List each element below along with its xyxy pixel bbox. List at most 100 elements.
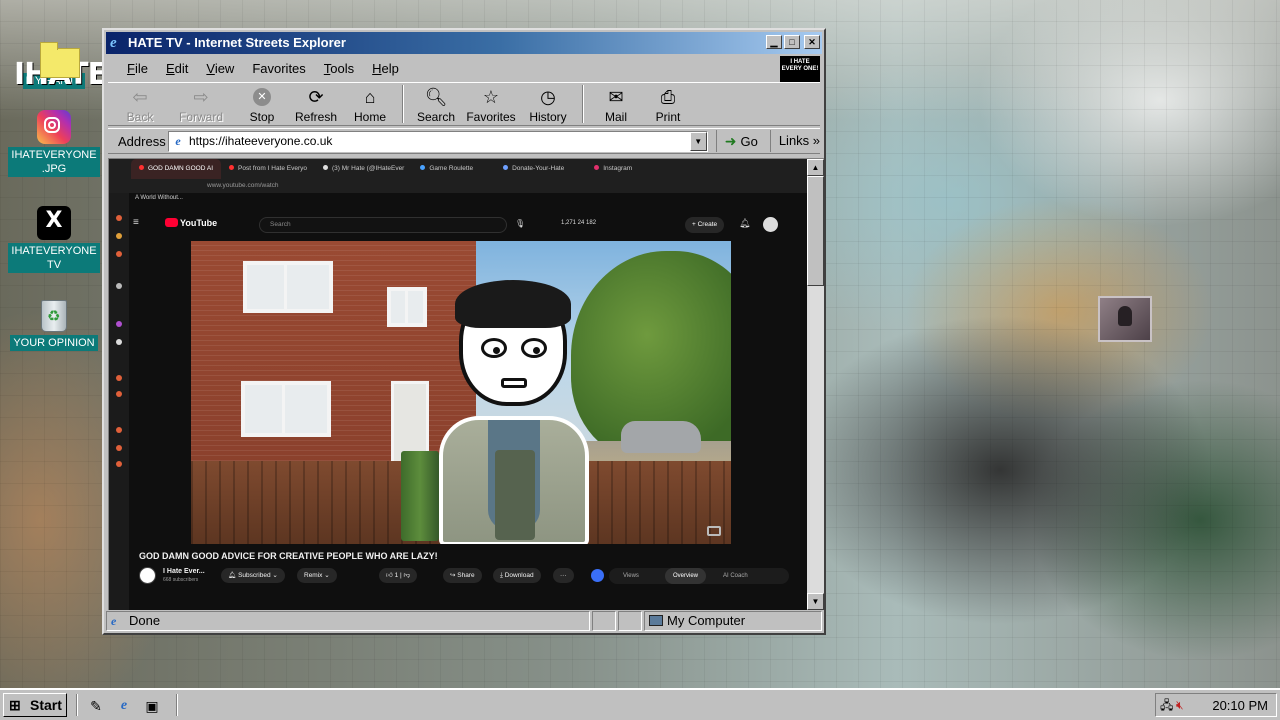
taskbar-clock[interactable]: 20:10 PM xyxy=(1212,698,1268,713)
scroll-up-button[interactable]: ▲ xyxy=(807,159,824,176)
video-player[interactable] xyxy=(191,241,731,544)
quicklaunch-notepad-icon[interactable]: ✎ xyxy=(86,696,106,716)
folder-icon: IHATE xyxy=(6,22,108,92)
embedded-tab[interactable]: (3) Mr Hate (@IHateEver xyxy=(315,159,412,179)
favorites-button[interactable]: ☆ Favorites xyxy=(462,83,520,125)
embedded-bookmark: A World Without... xyxy=(135,195,183,201)
quicklaunch-desktop-icon[interactable]: ▣ xyxy=(142,696,162,716)
tab-views[interactable]: Views xyxy=(623,568,639,584)
refresh-icon: ⟳ xyxy=(308,87,324,107)
page-viewport: GOD DAMN GOOD AI Post from I Hate Everyo… xyxy=(108,158,824,610)
address-input[interactable]: e https://ihateeveryone.co.uk ▼ xyxy=(167,130,708,152)
embedded-url: www.youtube.com/watch xyxy=(207,182,279,189)
scroll-thumb[interactable] xyxy=(807,176,824,286)
vertical-scrollbar[interactable]: ▲ ▼ xyxy=(807,159,824,610)
status-main: e Done xyxy=(106,611,590,631)
links-button[interactable]: Links » xyxy=(769,130,820,152)
start-button[interactable]: ⊞ Start xyxy=(3,693,67,717)
embedded-tab[interactable]: Instagram xyxy=(572,159,640,179)
computer-icon xyxy=(649,615,663,626)
tab-overview[interactable]: Overview xyxy=(665,568,707,584)
status-pane xyxy=(618,611,642,631)
back-button[interactable]: ⇦ Back xyxy=(114,83,166,125)
home-button[interactable]: ⌂ Home xyxy=(344,83,396,125)
mic-icon[interactable]: 🎙︎ xyxy=(515,219,525,228)
desktop-icon-ihateveryone-jpg[interactable]: IHATEVERYONE .JPG xyxy=(6,110,102,177)
tab-ai-coach[interactable]: AI Coach xyxy=(723,568,748,584)
like-button[interactable]: 👍︎ 1 | 👎︎ xyxy=(379,568,418,583)
title-bar[interactable]: e HATE TV - Internet Streets Explorer ▁ … xyxy=(106,32,822,54)
minimize-button[interactable]: ▁ xyxy=(766,35,782,49)
desktop-icon-my-rants[interactable]: IHATE MY RANTS xyxy=(6,22,108,92)
stop-button[interactable]: ✕ Stop xyxy=(236,83,288,125)
home-icon: ⌂ xyxy=(364,87,376,107)
stop-icon: ✕ xyxy=(236,86,288,108)
menu-tools[interactable]: Tools xyxy=(315,59,363,78)
status-pane xyxy=(592,611,616,631)
remix-button[interactable]: Remix ⌄ xyxy=(297,568,337,583)
address-bar: Address e https://ihateeveryone.co.uk ▼ … xyxy=(108,128,820,154)
create-button[interactable]: + Create xyxy=(685,217,725,233)
print-button[interactable]: ⎙ Print xyxy=(642,83,694,125)
studio-icon[interactable] xyxy=(591,569,604,582)
youtube-logo[interactable]: YouTube xyxy=(165,218,217,228)
network-icon[interactable]: 🖧︎ xyxy=(1160,698,1173,712)
desktop-icon-your-opinion[interactable]: YOUR OPINION xyxy=(6,300,102,351)
desktop-icon-label: IHATEVERYONE TV xyxy=(8,243,100,273)
embedded-sidebar xyxy=(109,193,129,610)
desktop-icon-ihateveryone-tv[interactable]: X IHATEVERYONE TV xyxy=(6,206,102,273)
go-button[interactable]: ➜ Go xyxy=(715,130,766,152)
x-logo-icon: X xyxy=(37,206,71,240)
menu-view[interactable]: View xyxy=(197,59,243,78)
mail-button[interactable]: ✉ Mail xyxy=(590,83,642,125)
menu-edit[interactable]: Edit xyxy=(157,59,197,78)
menu-help[interactable]: Help xyxy=(363,59,408,78)
taskbar-separator xyxy=(176,694,178,716)
taskbar-separator xyxy=(76,694,78,716)
channel-avatar[interactable] xyxy=(139,567,156,584)
address-url: https://ihateeveryone.co.uk xyxy=(188,133,333,148)
quicklaunch-ie-icon[interactable]: e xyxy=(114,696,134,716)
history-icon: ◷ xyxy=(540,87,556,107)
address-dropdown-button[interactable]: ▼ xyxy=(689,131,707,151)
desktop-icon-label: IHATEVERYONE .JPG xyxy=(8,147,100,177)
channel-name[interactable]: I Hate Ever... xyxy=(163,568,205,575)
embedded-tab[interactable]: Donate-Your-Hate xyxy=(481,159,572,179)
history-button[interactable]: ◷ History xyxy=(520,83,576,125)
youtube-search-input[interactable]: Search xyxy=(259,217,507,233)
youtube-header: ≡ YouTube Search 🎙︎ 1,271 24 182 + Creat… xyxy=(129,211,807,239)
menu-file[interactable]: File xyxy=(118,59,157,78)
taskbar: ⊞ Start ✎ e ▣ 🖧︎ 🔇︎ 20:10 PM xyxy=(0,688,1280,720)
embedded-tab-strip: GOD DAMN GOOD AI Post from I Hate Everyo… xyxy=(109,159,807,179)
subscribed-button[interactable]: 🔔︎ Subscribed ⌄ xyxy=(221,568,285,583)
share-button[interactable]: ↪ Share xyxy=(443,568,482,583)
volume-muted-icon[interactable]: 🔇︎ xyxy=(1176,698,1184,712)
go-arrow-icon: ➜ xyxy=(724,132,737,149)
toolbar-separator xyxy=(582,85,584,123)
youtube-play-icon xyxy=(165,218,178,227)
search-button[interactable]: 🔍︎ Search xyxy=(410,83,462,125)
standard-toolbar: ⇦ Back ⇨ Forward ✕ Stop ⟳ Refresh ⌂ Home… xyxy=(108,82,820,126)
cartoon-character xyxy=(429,280,599,544)
browser-window: e HATE TV - Internet Streets Explorer ▁ … xyxy=(102,28,826,635)
notification-bell-icon[interactable]: 🔔︎ xyxy=(739,218,750,229)
hamburger-menu-icon[interactable]: ≡ xyxy=(133,217,139,228)
refresh-button[interactable]: ⟳ Refresh xyxy=(288,83,344,125)
search-globe-icon: 🔍︎ xyxy=(424,87,448,107)
embedded-tab[interactable]: Post from I Hate Everyo xyxy=(221,159,315,179)
address-label: Address xyxy=(118,133,166,149)
maximize-button[interactable]: □ xyxy=(784,35,800,49)
menu-favorites[interactable]: Favorites xyxy=(243,59,314,78)
scroll-down-button[interactable]: ▼ xyxy=(807,593,824,610)
forward-button[interactable]: ⇨ Forward xyxy=(166,83,236,125)
close-button[interactable]: ✕ xyxy=(804,35,820,49)
video-title: GOD DAMN GOOD ADVICE FOR CREATIVE PEOPLE… xyxy=(139,551,438,561)
account-avatar[interactable] xyxy=(763,217,778,232)
toolbar-separator xyxy=(402,85,404,123)
recycle-bin-icon xyxy=(41,300,67,332)
embedded-tab[interactable]: GOD DAMN GOOD AI xyxy=(131,159,222,179)
embedded-tab[interactable]: Game Roulette xyxy=(412,159,481,179)
cast-icon[interactable] xyxy=(707,526,721,536)
more-actions-button[interactable]: ··· xyxy=(553,568,574,583)
download-button[interactable]: ⤓ Download xyxy=(493,568,541,583)
